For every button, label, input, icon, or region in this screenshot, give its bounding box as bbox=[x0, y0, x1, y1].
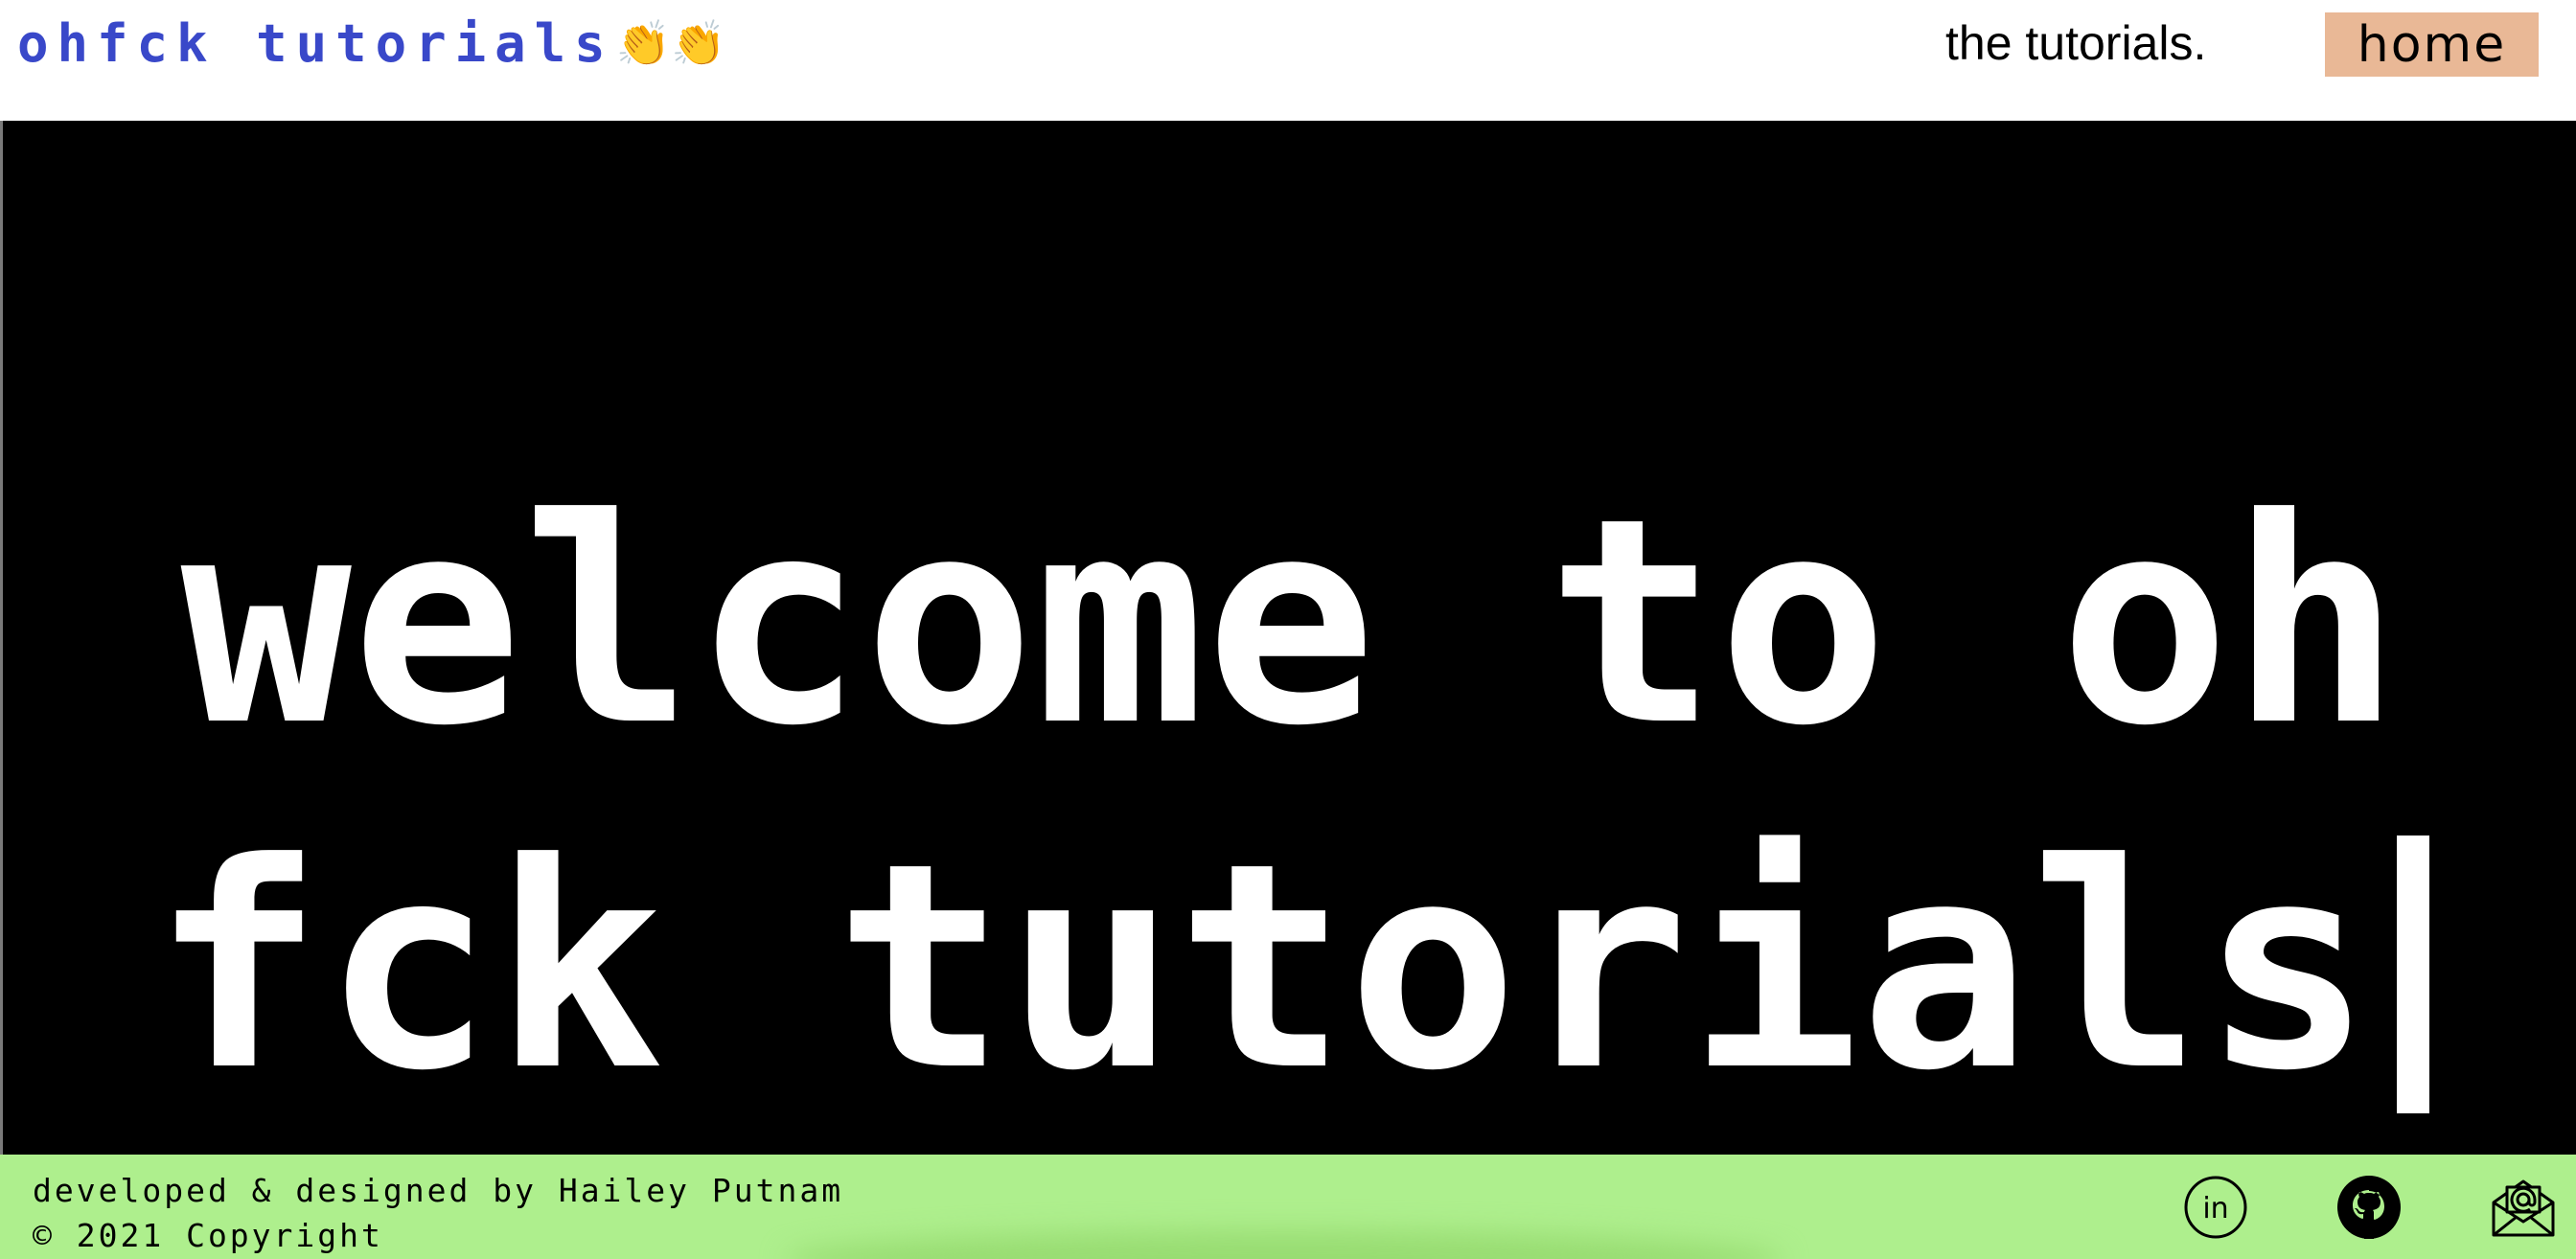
hero-heading-line-2-wrap: fck tutorials bbox=[3, 795, 2576, 1140]
typing-cursor bbox=[2397, 836, 2430, 1113]
linkedin-icon[interactable]: in bbox=[2182, 1174, 2249, 1241]
nav-link-tutorials[interactable]: the tutorials. bbox=[1945, 10, 2206, 77]
hero-banner: welcome to oh fck tutorials bbox=[0, 121, 2576, 1155]
copyright-text: © 2021 Copyright bbox=[33, 1217, 383, 1254]
email-icon[interactable] bbox=[2490, 1174, 2557, 1241]
clapping-hands-icon: 👏👏 bbox=[615, 16, 726, 69]
github-icon[interactable] bbox=[2335, 1174, 2403, 1241]
brand-logo-link[interactable]: ohfck tutorials 👏👏 bbox=[17, 10, 725, 77]
svg-text:in: in bbox=[2202, 1192, 2228, 1225]
hero-heading-line-1: welcome to oh bbox=[180, 457, 2402, 788]
home-button[interactable]: home bbox=[2325, 12, 2539, 77]
site-header: ohfck tutorials 👏👏 the tutorials. home bbox=[0, 0, 2576, 121]
brand-title: ohfck tutorials bbox=[17, 12, 614, 74]
hero-heading-line-2: fck tutorials bbox=[151, 802, 2373, 1133]
developer-credit: developed & designed by Hailey Putnam bbox=[33, 1172, 844, 1209]
footer-credit: developed & designed by Hailey Putnam © … bbox=[33, 1168, 843, 1258]
footer-glow-decoration bbox=[786, 1231, 1782, 1259]
hero-heading: welcome to oh fck tutorials bbox=[3, 450, 2576, 1140]
site-footer: developed & designed by Hailey Putnam © … bbox=[0, 1155, 2576, 1259]
